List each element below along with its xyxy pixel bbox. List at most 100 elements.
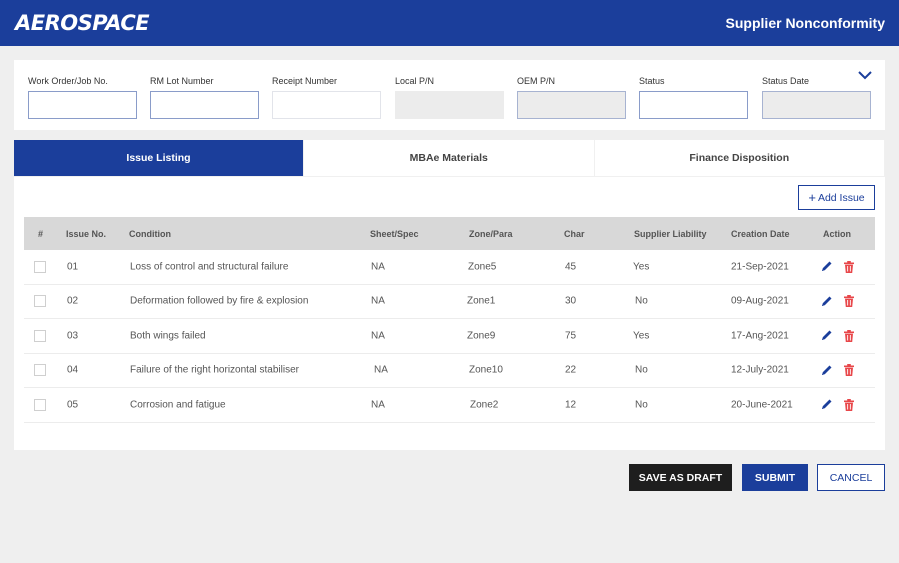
sheet-spec-cell: NA	[371, 330, 385, 342]
creation-date-cell: 09-Aug-2021	[731, 295, 789, 307]
char-cell: 45	[565, 261, 577, 273]
save-as-draft-button[interactable]: SAVE AS DRAFT	[629, 464, 732, 491]
column-header-sheet-spec: Sheet/Spec	[370, 228, 419, 239]
table-row: 03 Both wings failed NA Zone9 75 Yes 17-…	[24, 319, 875, 354]
zone-para-cell: Zone9	[467, 330, 496, 342]
sheet-spec-cell: NA	[371, 399, 385, 411]
status-date-label: Status Date	[762, 76, 810, 86]
zone-para-cell: Zone10	[469, 364, 503, 376]
supplier-liability-cell: Yes	[633, 330, 650, 342]
submit-button[interactable]: SUBMIT	[742, 464, 808, 491]
status-label: Status	[639, 76, 665, 86]
pencil-edit-icon[interactable]	[819, 398, 833, 412]
status-field: Status	[639, 76, 748, 119]
status-input[interactable]	[639, 91, 748, 119]
receipt-number-label: Receipt Number	[272, 76, 338, 86]
issue-no-cell: 01	[67, 261, 79, 273]
pencil-edit-icon[interactable]	[819, 294, 833, 308]
rm-lot-input[interactable]	[150, 91, 259, 119]
creation-date-cell: 12-July-2021	[731, 364, 789, 376]
table-body: 01 Loss of control and structural failur…	[24, 250, 875, 423]
pencil-edit-icon[interactable]	[819, 363, 833, 377]
supplier-liability-cell: No	[635, 295, 648, 307]
plus-icon: +	[808, 190, 816, 205]
row-checkbox[interactable]	[34, 398, 46, 411]
supplier-liability-cell: No	[635, 399, 648, 411]
chevron-down-icon[interactable]	[857, 68, 873, 80]
top-bar: AEROSPACE Supplier Nonconformity	[0, 0, 899, 46]
work-order-input[interactable]	[28, 91, 137, 119]
char-cell: 75	[565, 330, 577, 342]
column-header-creation-date: Creation Date	[731, 228, 790, 239]
add-issue-label: Add Issue	[817, 191, 865, 204]
tab-issue-listing[interactable]: Issue Listing	[14, 140, 304, 176]
receipt-number-input[interactable]	[272, 91, 381, 119]
pencil-edit-icon[interactable]	[819, 329, 833, 343]
row-checkbox[interactable]	[34, 329, 46, 342]
column-header-char: Char	[564, 228, 585, 239]
condition-cell: Failure of the right horizontal stabilis…	[130, 364, 299, 376]
condition-cell: Both wings failed	[130, 330, 206, 342]
issue-no-cell: 02	[67, 295, 79, 307]
work-order-field: Work Order/Job No.	[28, 76, 137, 119]
status-date-field: Status Date	[762, 76, 871, 119]
table-header: # Issue No. Condition Sheet/Spec Zone/Pa…	[24, 217, 875, 250]
zone-para-cell: Zone2	[470, 399, 499, 411]
brand-logo: AEROSPACE	[15, 11, 150, 35]
supplier-liability-cell: No	[635, 364, 648, 376]
trash-delete-icon[interactable]	[842, 294, 856, 308]
char-cell: 12	[565, 399, 577, 411]
rm-lot-field: RM Lot Number	[150, 76, 259, 119]
condition-cell: Deformation followed by fire & explosion	[130, 295, 309, 307]
issue-no-cell: 03	[67, 330, 79, 342]
table-row: 04 Failure of the right horizontal stabi…	[24, 354, 875, 388]
local-pn-input	[395, 91, 504, 119]
filter-panel: Work Order/Job No. RM Lot Number Receipt…	[14, 60, 885, 130]
char-cell: 30	[565, 295, 577, 307]
row-checkbox[interactable]	[34, 295, 46, 308]
condition-cell: Loss of control and structural failure	[130, 261, 289, 273]
trash-delete-icon[interactable]	[842, 329, 856, 343]
zone-para-cell: Zone5	[468, 261, 497, 273]
tab-finance-disposition[interactable]: Finance Disposition	[595, 140, 885, 176]
trash-delete-icon[interactable]	[842, 398, 856, 412]
column-header-zone-para: Zone/Para	[469, 228, 513, 239]
sheet-spec-cell: NA	[374, 364, 388, 376]
local-pn-label: Local P/N	[395, 76, 435, 86]
char-cell: 22	[565, 364, 577, 376]
trash-delete-icon[interactable]	[842, 363, 856, 377]
row-checkbox[interactable]	[34, 364, 46, 377]
status-date-input	[762, 91, 871, 119]
tab-bar: Issue Listing MBAe Materials Finance Dis…	[14, 140, 885, 177]
cancel-button[interactable]: CANCEL	[817, 464, 885, 491]
column-header-supplier-liability: Supplier Liability	[634, 228, 707, 239]
column-header-issue-no: Issue No.	[66, 228, 107, 239]
sheet-spec-cell: NA	[371, 295, 385, 307]
condition-cell: Corrosion and fatigue	[130, 399, 226, 411]
issue-no-cell: 04	[67, 364, 79, 376]
add-issue-button[interactable]: + Add Issue	[798, 185, 875, 210]
supplier-liability-cell: Yes	[633, 261, 650, 273]
local-pn-field: Local P/N	[395, 76, 504, 119]
creation-date-cell: 17-Ang-2021	[731, 330, 789, 342]
trash-delete-icon[interactable]	[842, 260, 856, 274]
creation-date-cell: 21-Sep-2021	[731, 261, 789, 273]
zone-para-cell: Zone1	[467, 295, 496, 307]
column-header-index: #	[38, 228, 44, 239]
issues-table: # Issue No. Condition Sheet/Spec Zone/Pa…	[24, 217, 875, 423]
receipt-number-field: Receipt Number	[272, 76, 381, 119]
row-checkbox[interactable]	[34, 260, 46, 273]
sheet-spec-cell: NA	[371, 261, 385, 273]
table-row: 05 Corrosion and fatigue NA Zone2 12 No …	[24, 388, 875, 423]
column-header-condition: Condition	[129, 228, 171, 239]
table-row: 02 Deformation followed by fire & explos…	[24, 285, 875, 319]
oem-pn-input	[517, 91, 626, 119]
pencil-edit-icon[interactable]	[819, 260, 833, 274]
issue-no-cell: 05	[67, 399, 79, 411]
work-order-label: Work Order/Job No.	[28, 76, 108, 86]
oem-pn-label: OEM P/N	[517, 76, 556, 86]
oem-pn-field: OEM P/N	[517, 76, 626, 119]
rm-lot-label: RM Lot Number	[150, 76, 214, 86]
tab-mbae-materials[interactable]: MBAe Materials	[304, 140, 595, 176]
page-title: Supplier Nonconformity	[725, 15, 885, 31]
